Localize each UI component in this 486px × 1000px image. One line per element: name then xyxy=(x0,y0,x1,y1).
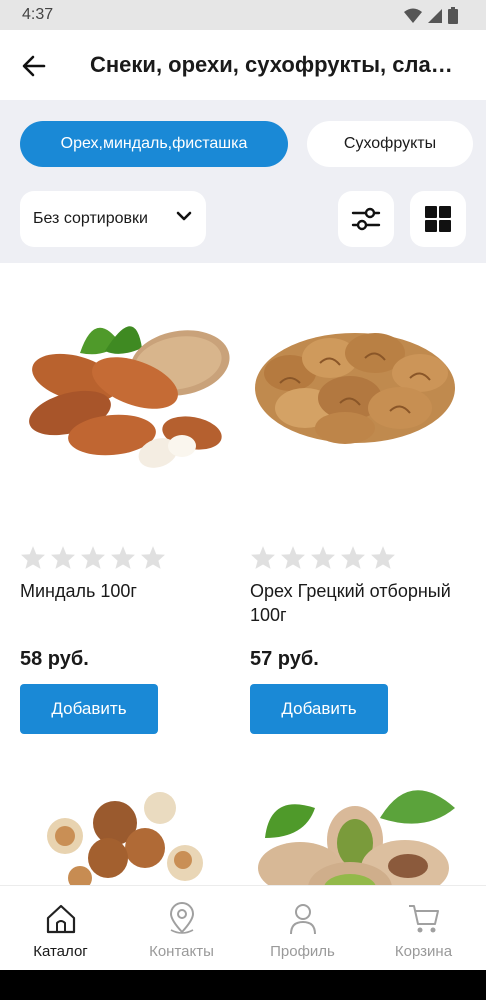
cart-icon xyxy=(409,905,439,933)
nav-item-cart[interactable]: Корзина xyxy=(363,886,484,971)
pistachio-image xyxy=(258,790,455,885)
star-icon xyxy=(371,546,395,569)
sliders-icon xyxy=(351,207,381,231)
product-price: 58 руб. xyxy=(20,648,89,670)
add-to-cart-button[interactable]: Добавить xyxy=(250,684,388,734)
product-price: 57 руб. xyxy=(250,648,319,670)
person-icon xyxy=(290,904,316,935)
home-icon xyxy=(46,904,76,934)
nav-label: Контакты xyxy=(149,943,214,960)
app-bar: Снеки, орехи, сухофрукты, сладости xyxy=(0,30,486,100)
product-grid: Миндаль 100г 58 руб. Добавить Орех Грецк… xyxy=(0,263,486,885)
star-icon xyxy=(141,546,165,569)
filter-panel: Орех,миндаль,фисташка Сухофрукты Без сор… xyxy=(0,100,486,263)
nav-label: Корзина xyxy=(394,943,453,960)
star-icon xyxy=(341,546,365,569)
nav-item-profile[interactable]: Профиль xyxy=(242,886,363,971)
walnut-image xyxy=(255,333,455,444)
battery-icon xyxy=(448,7,458,24)
system-navigation-bar xyxy=(0,970,486,1000)
grid-view-button[interactable] xyxy=(410,191,466,247)
star-icon xyxy=(81,546,105,569)
status-bar: 4:37 xyxy=(0,0,486,30)
bottom-navigation: Каталог Контакты Профиль Корзина xyxy=(0,885,486,970)
star-icon xyxy=(281,546,305,569)
rating-stars xyxy=(20,545,166,570)
wifi-icon xyxy=(404,8,422,23)
sort-dropdown[interactable]: Без сортировки xyxy=(20,191,206,247)
hazelnut-image xyxy=(47,792,203,885)
status-time: 4:37 xyxy=(22,6,54,23)
add-to-cart-button[interactable]: Добавить xyxy=(20,684,158,734)
star-icon xyxy=(311,546,335,569)
nav-label: Профиль xyxy=(270,943,335,960)
nav-item-contacts[interactable]: Контакты xyxy=(121,886,242,971)
status-icons xyxy=(404,7,458,24)
star-icon xyxy=(251,546,275,569)
star-icon xyxy=(51,546,75,569)
rating-stars xyxy=(250,545,396,570)
product-name[interactable]: Миндаль 100г xyxy=(20,579,230,603)
filter-settings-button[interactable] xyxy=(338,191,394,247)
sort-label: Без сортировки xyxy=(33,210,148,227)
grid-icon xyxy=(425,206,451,232)
location-pin-icon xyxy=(169,902,195,934)
star-icon xyxy=(21,546,45,569)
nav-item-catalog[interactable]: Каталог xyxy=(0,886,121,971)
nav-label: Каталог xyxy=(33,943,88,960)
star-icon xyxy=(111,546,135,569)
chevron-down-icon xyxy=(176,211,192,221)
back-arrow-icon[interactable] xyxy=(20,52,48,80)
almond-image xyxy=(29,326,230,468)
page-title: Снеки, орехи, сухофрукты, сладости xyxy=(90,52,466,77)
product-name[interactable]: Орех Грецкий отборный 100г xyxy=(250,579,460,627)
signal-icon xyxy=(428,8,442,23)
category-chip-nuts[interactable]: Орех,миндаль,фисташка xyxy=(20,121,288,167)
category-chip-dried-fruits[interactable]: Сухофрукты xyxy=(307,121,473,167)
